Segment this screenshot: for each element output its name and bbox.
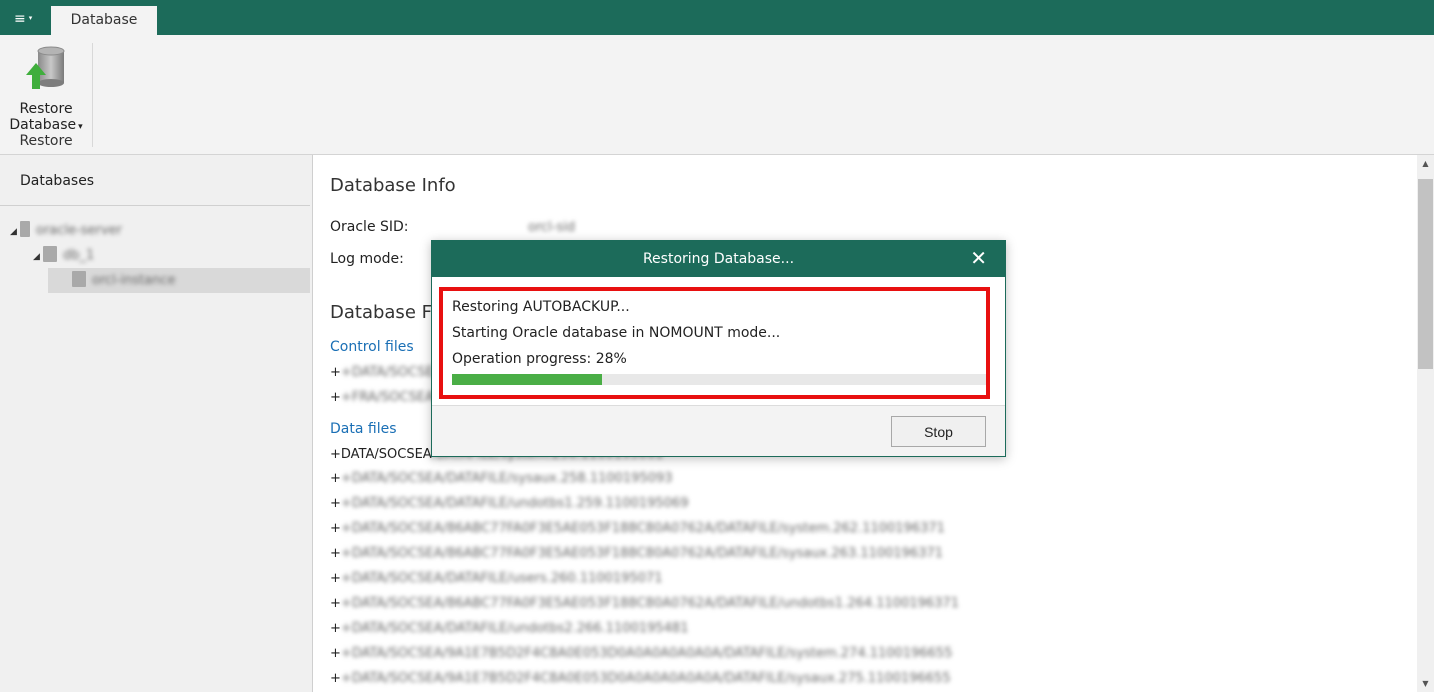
- data-file-line: ++DATA/SOCSEA/DATAFILE/users.260.1100195…: [330, 571, 663, 586]
- panel-divider: [0, 205, 310, 206]
- oracle-sid-label: Oracle SID:: [330, 219, 409, 235]
- tree-node-label: orcl-instance: [92, 273, 176, 288]
- scrollbar-thumb[interactable]: [1418, 179, 1433, 369]
- control-files-link[interactable]: Control files: [330, 339, 414, 355]
- tab-database[interactable]: Database: [51, 6, 157, 35]
- data-file-line: ++DATA/SOCSEA/DATAFILE/sysaux.258.110019…: [330, 471, 673, 486]
- database-restore-icon: [26, 46, 65, 89]
- tree-node-instance[interactable]: orcl-instance: [72, 269, 176, 293]
- ribbon-group-label: Restore: [19, 133, 73, 149]
- close-icon[interactable]: ✕: [970, 241, 987, 277]
- scroll-down-arrow-icon[interactable]: ▼: [1417, 675, 1434, 692]
- data-file-line: ++DATA/SOCSEA/86ABC77FA0F3E5AE053F188C80…: [330, 596, 959, 611]
- expand-arrow-icon[interactable]: ◢: [10, 220, 20, 244]
- restore-database-button[interactable]: Restore Database ▾: [4, 43, 88, 133]
- restore-button-label-1: Restore: [19, 101, 73, 117]
- server-icon: [20, 221, 30, 237]
- restoring-database-dialog: Restoring Database... ✕ Restoring AUTOBA…: [431, 240, 1006, 457]
- data-file-line: ++DATA/SOCSEA/DATAFILE/undotbs2.266.1100…: [330, 621, 689, 636]
- progress-label: Operation progress: 28%: [452, 351, 627, 367]
- data-file-line: ++DATA/SOCSEA/86ABC77FA0F3E5AE053F188C80…: [330, 546, 944, 561]
- database-info-title: Database Info: [330, 175, 456, 196]
- tree-node-label: db_1: [63, 248, 95, 263]
- chevron-down-icon: ▾: [28, 14, 33, 22]
- data-file-line: ++DATA/SOCSEA/86ABC77FA0F3E5AE053F188C80…: [330, 521, 945, 536]
- title-bar: ≡ ▾ Database: [0, 0, 1434, 35]
- stop-button[interactable]: Stop: [891, 416, 986, 447]
- status-line-2: Starting Oracle database in NOMOUNT mode…: [452, 325, 781, 341]
- vertical-scrollbar[interactable]: ▲ ▼: [1417, 155, 1434, 692]
- data-file-line: ++DATA/SOCSEA/DATAFILE/undotbs1.259.1100…: [330, 496, 689, 511]
- tree-node-label: oracle-server: [36, 223, 122, 238]
- status-line-1: Restoring AUTOBACKUP...: [452, 299, 630, 315]
- databases-panel: Databases ◢ oracle-server ◢ db_1 orcl-inst…: [0, 155, 313, 692]
- dropdown-arrow-icon: ▾: [78, 122, 83, 132]
- main-menu-button[interactable]: ≡ ▾: [4, 6, 40, 30]
- progress-bar: [452, 374, 986, 385]
- restore-button-label-2: Database: [9, 117, 77, 133]
- tree-node-database[interactable]: ◢ db_1: [33, 244, 94, 268]
- ribbon-divider: [92, 43, 93, 147]
- ribbon: Restore Database ▾ Restore: [0, 35, 1434, 155]
- dialog-title: Restoring Database...: [432, 241, 1005, 277]
- expand-arrow-icon[interactable]: ◢: [33, 245, 43, 269]
- instance-icon: [72, 271, 86, 287]
- data-file-line: ++DATA/SOCSEA/9A1E7B5D2F4C8A0E053D0A0A0A…: [330, 671, 951, 686]
- dialog-footer: Stop: [432, 406, 1005, 456]
- tree-node-server[interactable]: ◢ oracle-server: [10, 219, 122, 243]
- oracle-sid-value: orcl-sid: [528, 220, 576, 235]
- log-mode-label: Log mode:: [330, 251, 404, 267]
- database-icon: [43, 246, 57, 262]
- hamburger-icon: ≡: [14, 11, 26, 27]
- database-files-title: Database Fi: [330, 302, 436, 323]
- data-files-link[interactable]: Data files: [330, 421, 397, 437]
- progress-bar-fill: [452, 374, 602, 385]
- panel-title: Databases: [20, 173, 95, 189]
- scroll-up-arrow-icon[interactable]: ▲: [1417, 155, 1434, 172]
- data-file-line: ++DATA/SOCSEA/9A1E7B5D2F4C8A0E053D0A0A0A…: [330, 646, 953, 661]
